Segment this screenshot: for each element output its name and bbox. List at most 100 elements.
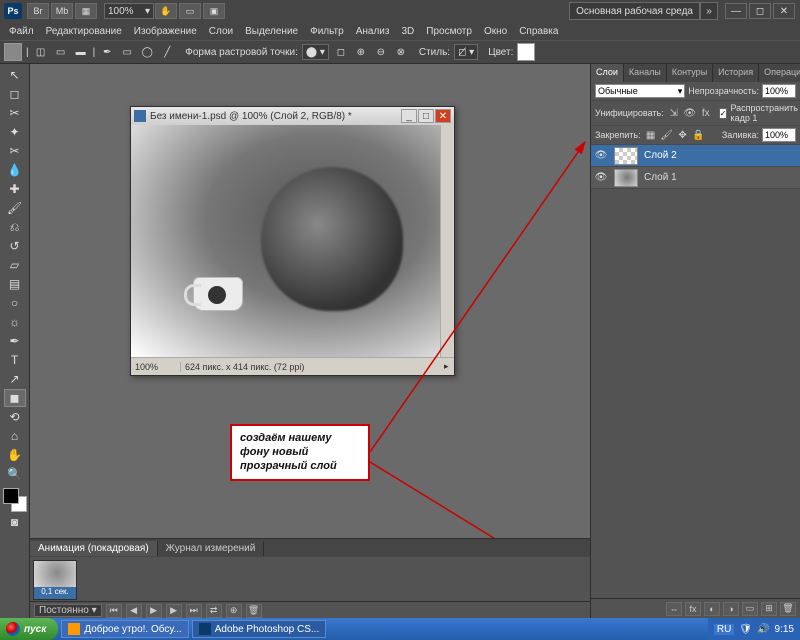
dodge-tool[interactable]: ☼	[4, 313, 26, 331]
menu-file[interactable]: Файл	[4, 24, 39, 39]
document-canvas[interactable]	[131, 125, 440, 357]
frame-duration[interactable]: 0,1 сек.	[34, 587, 76, 599]
delete-frame-button[interactable]: 🗑	[246, 604, 262, 618]
move-tool[interactable]: ↖	[4, 66, 26, 84]
taskbar-item-photoshop[interactable]: Adobe Photoshop CS...	[192, 620, 327, 638]
tray-icon[interactable]: 🔊	[757, 624, 769, 635]
animation-frame-1[interactable]: 0,1 сек.	[33, 560, 77, 600]
tab-animation[interactable]: Анимация (покадровая)	[30, 541, 158, 556]
quickmask-tool[interactable]: ◙	[4, 513, 26, 531]
visibility-toggle[interactable]: 👁	[591, 150, 611, 161]
bridge-button[interactable]: Br	[27, 3, 49, 19]
marquee-tool[interactable]: ◻	[4, 85, 26, 103]
combine-int[interactable]: ⊗	[393, 44, 409, 60]
view-button[interactable]: ▦	[75, 3, 97, 19]
maximize-button[interactable]: ◻	[749, 3, 771, 19]
unify-visibility-icon[interactable]: 👁	[683, 106, 697, 120]
delete-layer-button[interactable]: 🗑	[780, 602, 796, 616]
tab-history[interactable]: История	[713, 64, 759, 82]
document-window[interactable]: Без имени-1.psd @ 100% (Слой 2, RGB/8) *…	[130, 106, 455, 376]
tab-measure-log[interactable]: Журнал измерений	[158, 541, 265, 556]
blur-tool[interactable]: ○	[4, 294, 26, 312]
menu-window[interactable]: Окно	[479, 24, 512, 39]
heal-tool[interactable]: ✚	[4, 180, 26, 198]
prev-frame-button[interactable]: ◀	[126, 604, 142, 618]
3d-camera-tool[interactable]: ⌂	[4, 427, 26, 445]
zoom-tool[interactable]: 🔍	[4, 465, 26, 483]
doc-minimize[interactable]: _	[401, 109, 417, 123]
tween-button[interactable]: ⇄	[206, 604, 222, 618]
new-layer-button[interactable]: ⊞	[761, 602, 777, 616]
layer-fx-button[interactable]: fx	[685, 602, 701, 616]
layer-thumb[interactable]	[614, 169, 638, 187]
rect-icon[interactable]: ▭	[119, 44, 135, 60]
tray-icon[interactable]: 🛡	[739, 624, 752, 635]
doc-close[interactable]: ✕	[435, 109, 451, 123]
menu-help[interactable]: Справка	[514, 24, 563, 39]
first-frame-button[interactable]: ⏮	[106, 604, 122, 618]
next-frame-button[interactable]: ▶	[166, 604, 182, 618]
tab-paths[interactable]: Контуры	[667, 64, 713, 82]
pen-tool[interactable]: ✒	[4, 332, 26, 350]
new-frame-button[interactable]: ⊕	[226, 604, 242, 618]
shape-tool[interactable]: ◼	[4, 389, 26, 407]
menu-view[interactable]: Просмотр	[421, 24, 477, 39]
brush-tool[interactable]: 🖌	[4, 199, 26, 217]
unify-style-icon[interactable]: fx	[699, 106, 713, 120]
screen-mode-button[interactable]: ▣	[203, 3, 225, 19]
line-icon[interactable]: ╱	[159, 44, 175, 60]
layer-mask-button[interactable]: ◐	[704, 602, 720, 616]
layer-name[interactable]: Слой 2	[641, 150, 677, 161]
layer-group-button[interactable]: ▭	[742, 602, 758, 616]
gradient-tool[interactable]: ▤	[4, 275, 26, 293]
workspace-switcher[interactable]: Основная рабочая среда	[569, 2, 700, 20]
lock-all-icon[interactable]: 🔒	[692, 128, 706, 142]
tool-preset[interactable]	[4, 43, 22, 61]
color-swatches[interactable]	[3, 488, 27, 512]
link-layers-button[interactable]: ⇔	[666, 602, 682, 616]
pen-icon[interactable]: ✒	[99, 44, 115, 60]
ellipse-icon[interactable]: ◯	[139, 44, 155, 60]
opacity-field[interactable]: 100%	[762, 84, 796, 98]
workspace-more[interactable]: »	[700, 2, 718, 20]
doc-maximize[interactable]: □	[418, 109, 434, 123]
shape-icon[interactable]: ▭	[53, 44, 69, 60]
doc-zoom[interactable]: 100%	[131, 362, 181, 372]
color-swatch[interactable]	[517, 43, 535, 61]
taskbar-item-browser[interactable]: Доброе утро!. Обсу...	[61, 620, 188, 638]
paths-icon[interactable]: ◫	[33, 44, 49, 60]
minimize-button[interactable]: ―	[725, 3, 747, 19]
3d-tool[interactable]: ⟲	[4, 408, 26, 426]
crop-tool[interactable]: ✂	[4, 142, 26, 160]
layer-row[interactable]: 👁 Слой 1	[591, 167, 800, 189]
combine-new[interactable]: ◻	[333, 44, 349, 60]
style-picker[interactable]: ◻̸ ▾	[454, 44, 478, 60]
document-titlebar[interactable]: Без имени-1.psd @ 100% (Слой 2, RGB/8) *…	[131, 107, 454, 125]
history-brush-tool[interactable]: ↺	[4, 237, 26, 255]
zoom-dropdown[interactable]: 100%▾	[104, 3, 154, 19]
lasso-tool[interactable]: ✂	[4, 104, 26, 122]
last-frame-button[interactable]: ⏭	[186, 604, 202, 618]
menu-filter[interactable]: Фильтр	[305, 24, 349, 39]
clock[interactable]: 9:15	[775, 624, 794, 635]
eraser-tool[interactable]: ▱	[4, 256, 26, 274]
fill-icon[interactable]: ▬	[73, 44, 89, 60]
tab-channels[interactable]: Каналы	[624, 64, 667, 82]
visibility-toggle[interactable]: 👁	[591, 172, 611, 183]
menu-layers[interactable]: Слои	[204, 24, 238, 39]
hand-tool-button[interactable]: ✋	[155, 3, 177, 19]
stamp-tool[interactable]: ⎌	[4, 218, 26, 236]
menu-image[interactable]: Изображение	[129, 24, 202, 39]
start-button[interactable]: пуск	[0, 618, 58, 640]
language-indicator[interactable]: RU	[714, 624, 734, 635]
unify-position-icon[interactable]: ⇲	[667, 106, 681, 120]
arrange-button[interactable]: ▭	[179, 3, 201, 19]
menu-edit[interactable]: Редактирование	[41, 24, 127, 39]
mini-bridge-button[interactable]: Mb	[51, 3, 73, 19]
adjustment-layer-button[interactable]: ◑	[723, 602, 739, 616]
close-button[interactable]: ✕	[773, 3, 795, 19]
combine-add[interactable]: ⊕	[353, 44, 369, 60]
menu-analysis[interactable]: Анализ	[351, 24, 395, 39]
lock-brush-icon[interactable]: 🖌	[660, 128, 674, 142]
play-button[interactable]: ▶	[146, 604, 162, 618]
